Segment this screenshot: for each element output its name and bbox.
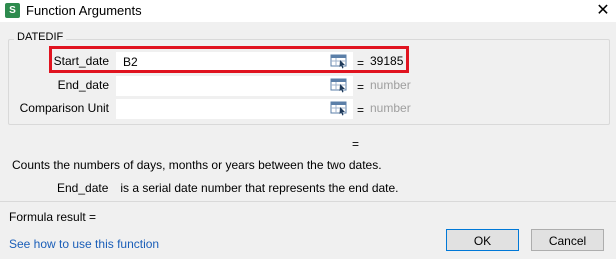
function-name-label: DATEDIF bbox=[14, 31, 67, 43]
ok-button[interactable]: OK bbox=[446, 229, 519, 251]
title-bar: S Function Arguments ✕ bbox=[0, 0, 616, 22]
close-button[interactable]: ✕ bbox=[593, 0, 613, 22]
help-link[interactable]: See how to use this function bbox=[9, 237, 159, 251]
comparison-unit-result: number bbox=[370, 101, 411, 115]
window-title: Function Arguments bbox=[26, 3, 142, 18]
end-date-input[interactable] bbox=[116, 76, 353, 96]
collapse-dialog-icon[interactable] bbox=[330, 77, 348, 93]
highlight-box bbox=[49, 46, 409, 73]
divider bbox=[0, 201, 616, 202]
end-date-result: number bbox=[370, 78, 411, 92]
function-result-equals: = bbox=[352, 137, 360, 151]
equals-sign: = bbox=[357, 103, 365, 117]
function-description: Counts the numbers of days, months or ye… bbox=[12, 158, 382, 172]
app-logo-icon: S bbox=[5, 3, 20, 18]
collapse-dialog-icon[interactable] bbox=[330, 100, 348, 116]
formula-result: Formula result = bbox=[9, 210, 97, 224]
argument-description: End_date is a serial date number that re… bbox=[57, 181, 399, 195]
argument-help-text: is a serial date number that represents … bbox=[120, 181, 399, 195]
comparison-unit-label: Comparison Unit bbox=[19, 101, 109, 115]
argument-name: End_date bbox=[57, 181, 109, 195]
end-date-label: End_date bbox=[57, 78, 109, 92]
equals-sign: = bbox=[357, 80, 365, 94]
comparison-unit-input[interactable] bbox=[116, 99, 353, 119]
cancel-button[interactable]: Cancel bbox=[531, 229, 604, 251]
